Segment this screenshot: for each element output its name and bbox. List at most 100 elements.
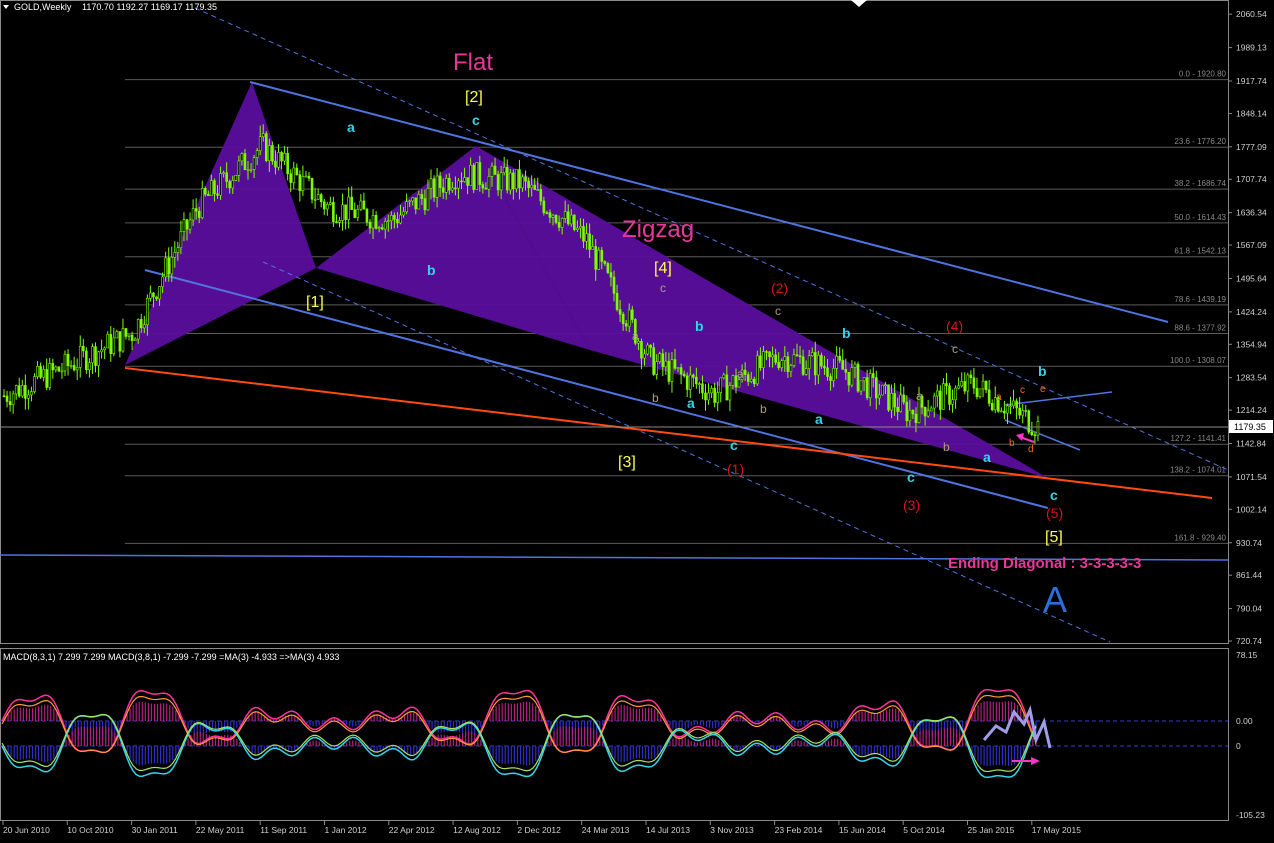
candle-body [240,153,244,162]
candle-body [405,201,408,213]
candle-body [393,215,396,220]
candle-body [579,226,582,229]
label-cyan-a1: a [347,119,355,135]
label-cyan-c1: c [472,112,480,128]
candle-body [911,409,915,415]
candle-body [362,200,366,210]
candle-body [255,150,259,158]
candle-body [246,169,250,171]
candle-body [963,381,967,392]
label-p3: (3) [903,497,920,513]
candle-body [85,350,88,370]
candle-body [835,355,838,369]
candle-body [57,366,61,372]
candle-body [856,363,860,392]
candle-body [560,218,564,228]
candle-body [216,193,219,196]
label-cyan-b2: b [695,318,704,334]
fib-label: 161.8 - 929.40 [1174,533,1226,542]
candle-body [103,347,106,351]
candle-body [371,215,375,229]
candle-body [200,188,204,218]
candle-body [124,328,128,337]
candle-body [981,380,985,390]
candle-body [292,167,296,183]
candle-body [780,360,784,368]
candle-body [106,334,109,349]
candle-body [789,365,793,372]
candle-body [499,172,503,191]
candle-body [420,194,424,199]
label-p2: (2) [771,280,788,296]
candle-body [475,162,479,190]
label-cyan-a3: a [815,411,823,427]
candle-body [298,174,302,191]
candle-body [469,164,472,186]
candle-body [408,200,411,203]
candle-body [868,373,872,399]
candle-body [759,355,762,368]
candle-body [902,394,906,403]
candle-body [179,231,183,249]
date-tick-label: 24 Mar 2013 [582,825,630,835]
candle-body [133,338,137,342]
macd-tick-label: 0 [1236,741,1241,751]
candle-body [551,214,555,218]
candle-body [118,331,122,352]
candle-body [801,356,805,375]
candle-body [423,198,427,211]
price-tick-label: 790.04 [1236,604,1262,614]
candle-body [268,145,271,161]
triangle-down-icon[interactable] [3,5,9,9]
candle-body [1012,400,1015,407]
date-tick-label: 5 Oct 2014 [903,825,945,835]
fib-label: 23.6 - 1776.20 [1174,137,1226,146]
candle-body [237,160,241,176]
candle-body [264,133,268,161]
candle-body [591,246,594,250]
candle-body [441,187,445,193]
candle-body [673,359,677,369]
candle-body [478,162,482,185]
candle-body [170,257,174,275]
price-tick-label: 1567.09 [1236,240,1267,250]
date-tick-label: 17 May 2015 [1032,825,1081,835]
candle-body [691,374,695,378]
candle-body [380,227,384,230]
symbol-label: GOLD,Weekly [14,2,72,12]
label-cyan-b4: b [1038,363,1047,379]
candle-body [612,276,616,294]
candle-body [530,184,533,189]
date-tick-label: 14 Jul 2013 [646,825,690,835]
candle-body [975,387,979,397]
candle-body [783,356,787,361]
chart-svg: 0.0 - 1920.80 23.6 - 1776.20 38.2 - 1686.7… [0,0,1273,835]
candle-body [716,392,720,403]
candle-body [548,212,552,218]
chart-window[interactable]: 0.0 - 1920.80 23.6 - 1776.20 38.2 - 1686.7… [0,0,1274,838]
candle-body [588,233,591,250]
candle-body [149,292,152,299]
candle-body [353,209,357,218]
candle-body [39,366,42,378]
candle-body [569,214,573,225]
candle-body [161,276,164,287]
candle-body [527,180,530,189]
label-grey-b3: b [943,440,950,454]
candle-body [905,401,909,422]
scroll-marker-icon[interactable] [851,0,867,7]
candle-body [164,257,167,278]
candle-body [338,220,341,223]
label-cyan-b1: b [427,262,436,278]
candle-body [329,202,332,205]
candle-body [210,180,213,196]
candle-body [228,181,231,189]
candle-body [804,368,808,375]
candle-body [862,377,866,382]
candle-body [1033,434,1037,437]
candle-body [258,136,262,151]
price-tick-label: 1495.64 [1236,273,1267,283]
label-grey-c3: c [952,342,958,356]
candle-body [524,176,527,182]
label-orange-b: b [1009,438,1015,449]
